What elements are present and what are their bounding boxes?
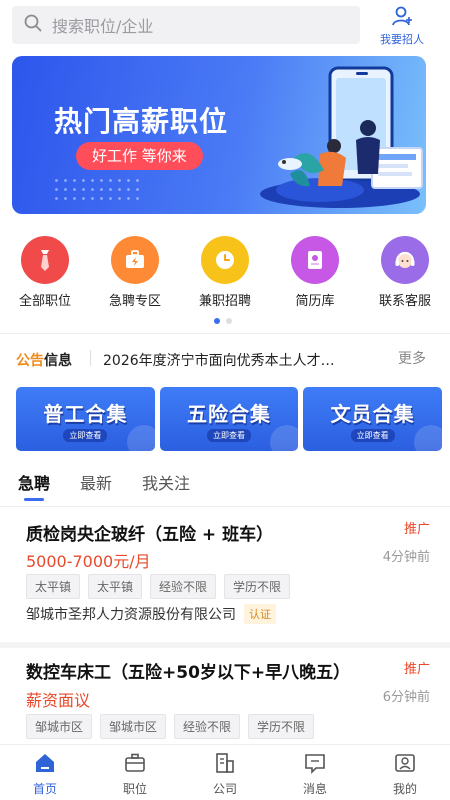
nav-label: 我的 xyxy=(392,782,417,796)
job-time: 6分钟前 xyxy=(382,690,430,705)
collection-cards: 普工合集 立即查看 五险合集 立即查看 文员合集 立即查看 xyxy=(16,387,443,453)
category-label: 兼职招聘 xyxy=(198,294,251,309)
job-tag: 学历不限 xyxy=(248,714,315,739)
job-time: 4分钟前 xyxy=(382,550,430,565)
collection-sub: 立即查看 xyxy=(207,429,251,442)
card-decoration xyxy=(270,425,299,451)
category-label: 简历库 xyxy=(295,294,335,309)
profile-icon xyxy=(393,754,417,779)
message-icon xyxy=(303,754,327,779)
notice-more-link[interactable]: 更多 xyxy=(398,348,426,368)
notice-brand-b: 信息 xyxy=(44,353,72,369)
job-card[interactable]: 数控车床工（五险+50岁以下+早八晚五） 推广 薪资面议 6分钟前 邹城市区 邹… xyxy=(0,648,450,744)
nav-label: 公司 xyxy=(212,782,237,796)
banner-illustration xyxy=(260,66,423,208)
category-pager xyxy=(214,318,232,324)
collection-title: 文员合集 xyxy=(330,402,415,426)
job-tag: 太平镇 xyxy=(26,574,81,599)
nav-label: 消息 xyxy=(302,782,327,796)
job-tag: 经验不限 xyxy=(174,714,241,739)
top-bar: 搜索职位/企业 我要招人 xyxy=(0,0,450,50)
card-decoration xyxy=(414,425,443,451)
tab-latest[interactable]: 最新 xyxy=(80,460,112,506)
nav-company[interactable]: 公司 xyxy=(180,745,270,800)
nav-profile[interactable]: 我的 xyxy=(360,745,450,800)
job-title: 数控车床工（五险+50岁以下+早八晚五） xyxy=(26,663,351,683)
promo-tag: 推广 xyxy=(403,662,430,677)
category-grid: 全部职位 急聘专区 兼职招聘 简历库 联系客服 xyxy=(0,236,450,309)
job-company: 邹城市圣邦人力资源股份有限公司 认证 xyxy=(26,604,276,624)
collection-sub: 立即查看 xyxy=(63,429,108,442)
banner-dots-decoration xyxy=(52,176,142,202)
recruit-button[interactable]: 我要招人 xyxy=(372,6,432,46)
nav-jobs[interactable]: 职位 xyxy=(90,745,180,800)
verified-badge: 认证 xyxy=(244,604,276,624)
job-tag: 经验不限 xyxy=(150,574,217,599)
job-tags: 邹城市区 邹城市区 经验不限 学历不限 xyxy=(26,714,315,739)
category-part-time[interactable]: 兼职招聘 xyxy=(180,236,270,309)
tie-icon xyxy=(21,236,69,284)
banner-title: 热门高薪职位 xyxy=(54,105,229,138)
job-title: 质检岗央企玻纤（五险 + 班车） xyxy=(26,525,274,545)
pager-dot xyxy=(226,318,232,324)
notice-brand-a: 公告 xyxy=(16,353,44,369)
tab-following[interactable]: 我关注 xyxy=(142,460,190,506)
resume-icon xyxy=(291,236,339,284)
notice-divider xyxy=(90,350,91,366)
card-decoration xyxy=(126,425,155,451)
nav-home[interactable]: 首页 xyxy=(0,745,90,800)
job-tag: 学历不限 xyxy=(224,574,291,599)
clock-icon xyxy=(201,236,249,284)
search-icon xyxy=(24,14,42,36)
category-all-jobs[interactable]: 全部职位 xyxy=(0,236,90,309)
nav-messages[interactable]: 消息 xyxy=(270,745,360,800)
headset-icon xyxy=(381,236,429,284)
briefcase-bolt-icon xyxy=(111,236,159,284)
category-urgent[interactable]: 急聘专区 xyxy=(90,236,180,309)
job-tag: 太平镇 xyxy=(88,574,143,599)
category-label: 全部职位 xyxy=(18,294,71,309)
category-customer-service[interactable]: 联系客服 xyxy=(360,236,450,309)
nav-label: 职位 xyxy=(122,782,147,796)
building-icon xyxy=(213,753,237,779)
recruit-person-icon xyxy=(391,6,413,30)
collection-sub: 立即查看 xyxy=(350,429,395,442)
search-placeholder: 搜索职位/企业 xyxy=(52,17,154,36)
category-resume-bank[interactable]: 简历库 xyxy=(270,236,360,309)
briefcase-icon xyxy=(123,753,147,779)
collection-card-five-insurance[interactable]: 五险合集 立即查看 xyxy=(159,387,299,451)
collection-title: 普工合集 xyxy=(43,402,128,426)
divider xyxy=(0,333,450,334)
category-label: 急聘专区 xyxy=(108,294,161,309)
job-tag: 邹城市区 xyxy=(26,714,93,739)
pager-dot-active xyxy=(214,318,220,324)
recruit-label: 我要招人 xyxy=(380,33,424,46)
job-tabs: 急聘 最新 我关注 xyxy=(0,460,450,506)
search-input[interactable]: 搜索职位/企业 xyxy=(12,6,360,44)
collection-title: 五险合集 xyxy=(187,402,271,426)
home-icon xyxy=(33,754,57,779)
collection-card-general-worker[interactable]: 普工合集 立即查看 xyxy=(16,387,155,451)
tab-urgent[interactable]: 急聘 xyxy=(18,460,50,506)
notice-text[interactable]: 2026年度济宁市面向优秀本土人才… xyxy=(103,350,385,370)
notice-bar[interactable]: 公告信息 2026年度济宁市面向优秀本土人才… 更多 xyxy=(0,338,450,378)
collection-card-clerk[interactable]: 文员合集 立即查看 xyxy=(303,387,443,451)
nav-label: 首页 xyxy=(32,782,57,796)
bottom-nav: 首页 职位 公司 消息 我的 xyxy=(0,744,450,800)
banner-slogan: 好工作 等你来 xyxy=(76,142,203,170)
job-tag: 邹城市区 xyxy=(100,714,167,739)
job-salary: 薪资面议 xyxy=(26,691,91,710)
notice-brand: 公告信息 xyxy=(16,350,72,370)
category-label: 联系客服 xyxy=(378,294,431,309)
company-name: 邹城市圣邦人力资源股份有限公司 xyxy=(26,607,236,623)
hero-banner[interactable]: 热门高薪职位 好工作 等你来 xyxy=(12,56,426,214)
app-screen: 搜索职位/企业 我要招人 热门高薪职位 好工作 等你来 全部职位 急聘专区 兼职… xyxy=(0,0,450,800)
promo-tag: 推广 xyxy=(403,522,430,537)
job-salary: 5000-7000元/月 xyxy=(26,552,151,571)
job-card[interactable]: 质检岗央企玻纤（五险 + 班车） 推广 5000-7000元/月 4分钟前 太平… xyxy=(0,506,450,641)
job-tags: 太平镇 太平镇 经验不限 学历不限 xyxy=(26,574,291,599)
